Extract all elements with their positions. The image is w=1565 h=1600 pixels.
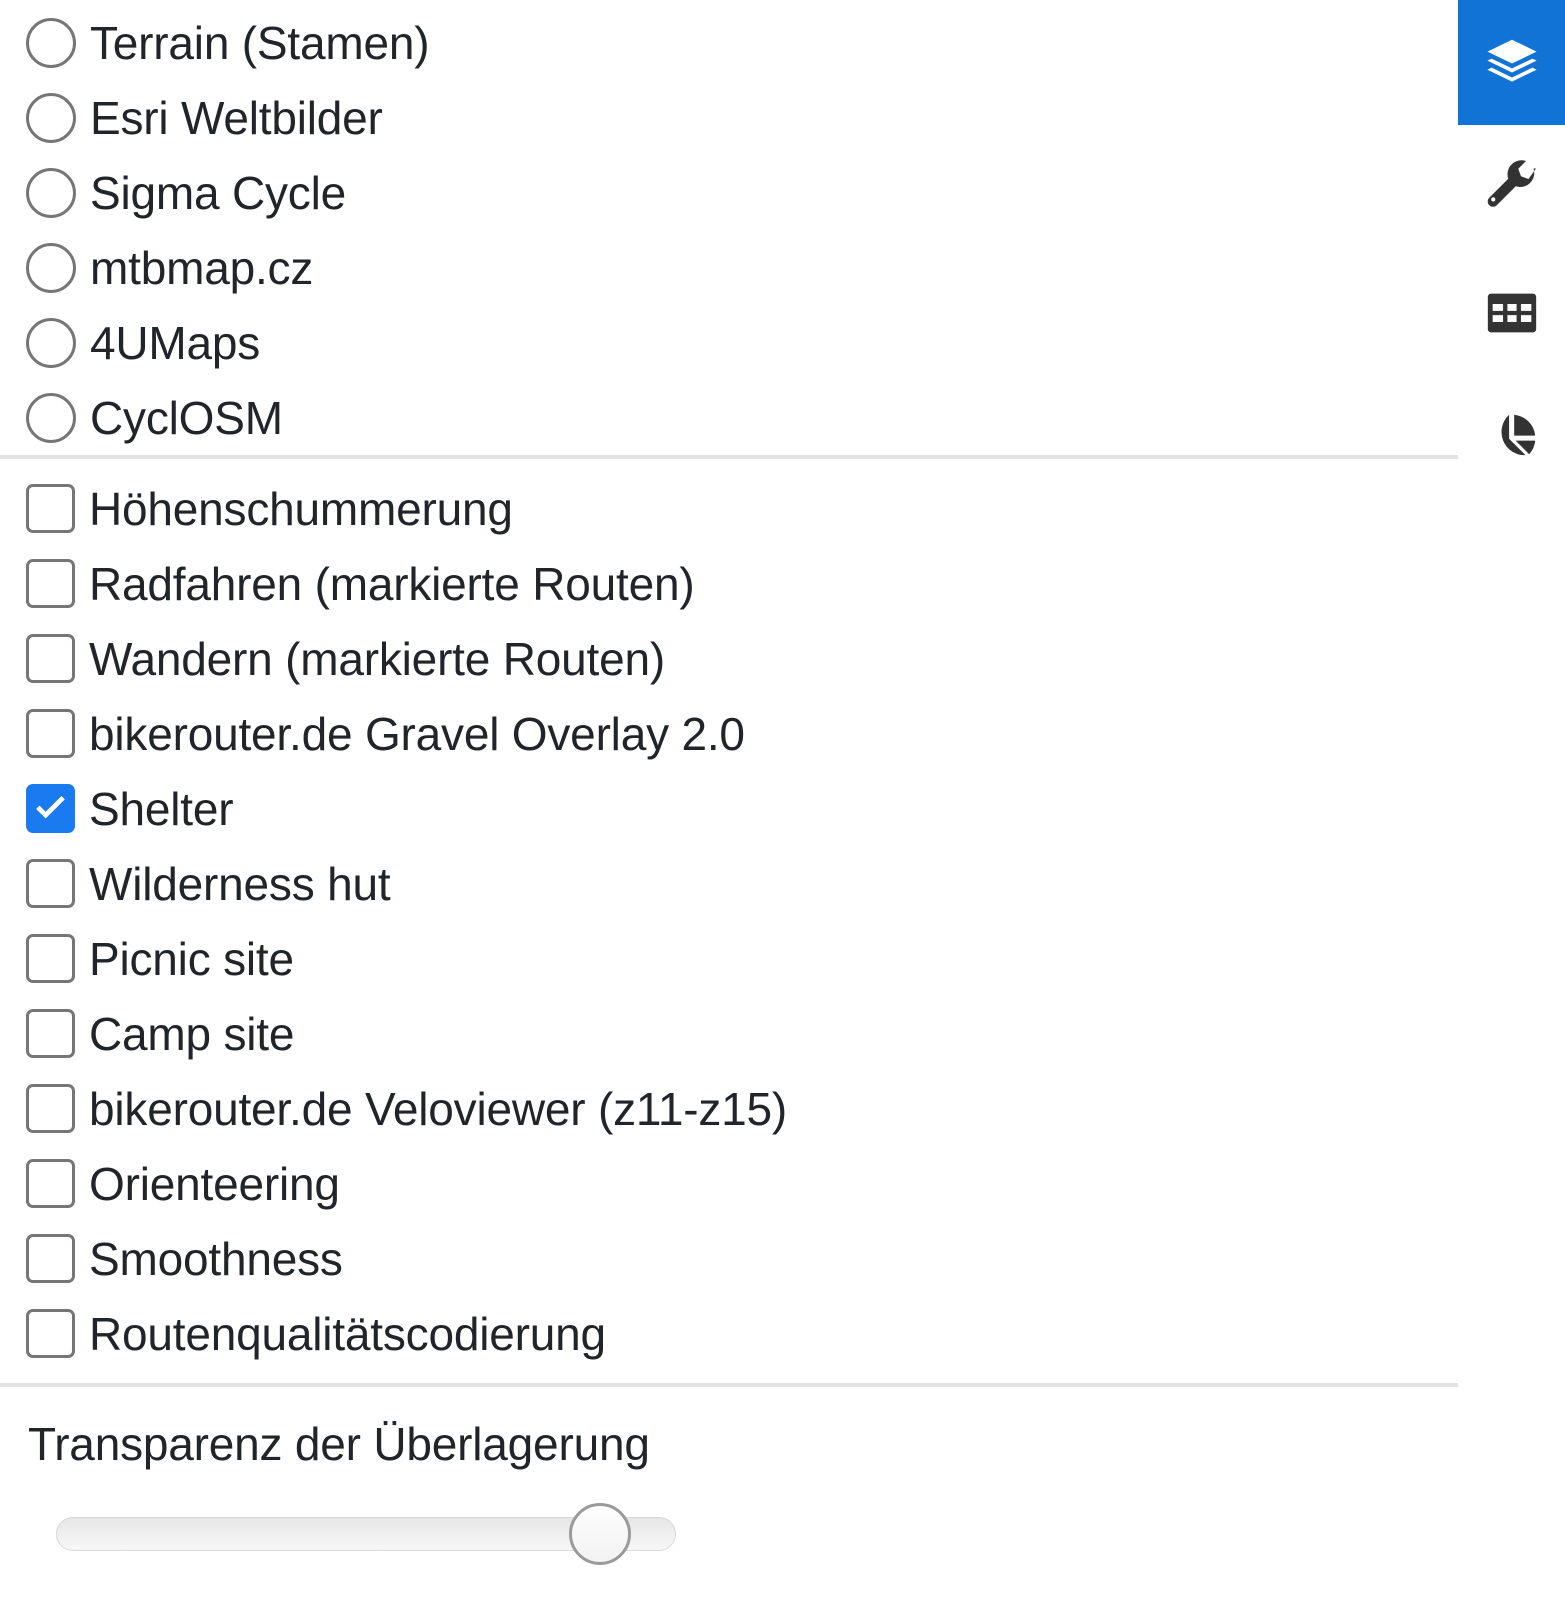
layer-control-panel: Terrain (Stamen) Esri Weltbilder Sigma Cyc… xyxy=(0,0,1565,1600)
radio-button[interactable] xyxy=(26,392,76,443)
overlay-option[interactable]: Shelter xyxy=(0,771,1458,846)
base-layer-group: Terrain (Stamen) Esri Weltbilder Sigma Cyc… xyxy=(0,0,1458,455)
checkbox[interactable] xyxy=(26,709,75,758)
base-layer-label: CyclOSM xyxy=(90,391,283,444)
overlay-label: Radfahren (markierte Routen) xyxy=(89,557,695,610)
overlay-label: bikerouter.de Veloviewer (z11-z15) xyxy=(89,1082,788,1135)
radio-button[interactable] xyxy=(26,17,76,68)
overlay-option[interactable]: Picnic site xyxy=(0,921,1458,996)
overlay-label: Wandern (markierte Routen) xyxy=(89,632,665,685)
overlay-transparency-label: Transparenz der Überlagerung xyxy=(28,1418,650,1470)
overlay-group: Höhenschummerung Radfahren (markierte Rou… xyxy=(0,459,1458,1383)
layers-panel: Terrain (Stamen) Esri Weltbilder Sigma Cyc… xyxy=(0,0,1458,1600)
checkbox[interactable] xyxy=(26,1159,75,1208)
checkbox[interactable] xyxy=(26,1009,75,1058)
overlay-option[interactable]: Camp site xyxy=(0,996,1458,1071)
overlay-option[interactable]: Orienteering xyxy=(0,1146,1458,1221)
overlay-transparency-block: Transparenz der Überlagerung xyxy=(0,1387,1458,1567)
overlay-option[interactable]: bikerouter.de Veloviewer (z11-z15) xyxy=(0,1071,1458,1146)
overlay-label: Orienteering xyxy=(89,1157,340,1210)
overlay-label: Camp site xyxy=(89,1007,295,1060)
overlay-transparency-slider[interactable] xyxy=(56,1501,696,1567)
overlay-label: Picnic site xyxy=(89,932,294,985)
overlay-option[interactable]: Wandern (markierte Routen) xyxy=(0,621,1458,696)
base-layer-label: Sigma Cycle xyxy=(90,166,346,219)
overlay-label: Shelter xyxy=(89,782,234,835)
overlay-label: Smoothness xyxy=(89,1232,343,1285)
base-layer-label: Terrain (Stamen) xyxy=(90,16,430,69)
checkbox[interactable] xyxy=(26,1234,75,1283)
base-layer-label: mtbmap.cz xyxy=(90,241,314,294)
overlay-option[interactable]: Routenqualitätscodierung xyxy=(0,1296,1458,1371)
base-layer-option[interactable]: Sigma Cycle xyxy=(0,155,1458,230)
checkbox[interactable] xyxy=(26,484,75,533)
checkbox-checked[interactable] xyxy=(26,784,75,833)
base-layer-label: 4UMaps xyxy=(90,316,261,369)
slider-thumb[interactable] xyxy=(569,1503,631,1565)
overlay-option[interactable]: Radfahren (markierte Routen) xyxy=(0,546,1458,621)
overlay-option[interactable]: bikerouter.de Gravel Overlay 2.0 xyxy=(0,696,1458,771)
checkbox[interactable] xyxy=(26,1084,75,1133)
tool-rail xyxy=(1458,0,1565,1600)
rail-button-tools[interactable] xyxy=(1458,125,1565,250)
checkbox[interactable] xyxy=(26,559,75,608)
base-layer-option[interactable]: CyclOSM xyxy=(0,380,1458,455)
overlay-label: Höhenschummerung xyxy=(89,482,513,535)
radio-button[interactable] xyxy=(26,167,76,218)
overlay-label: bikerouter.de Gravel Overlay 2.0 xyxy=(89,707,745,760)
wrench-icon xyxy=(1482,158,1542,218)
checkbox[interactable] xyxy=(26,1309,75,1358)
base-layer-option[interactable]: Terrain (Stamen) xyxy=(0,5,1458,80)
table-icon xyxy=(1483,284,1541,342)
base-layer-label: Esri Weltbilder xyxy=(90,91,383,144)
rail-button-layers[interactable] xyxy=(1458,0,1565,125)
checkbox[interactable] xyxy=(26,634,75,683)
checkbox[interactable] xyxy=(26,859,75,908)
overlay-label: Wilderness hut xyxy=(89,857,391,910)
radio-button[interactable] xyxy=(26,92,76,143)
overlay-label: Routenqualitätscodierung xyxy=(89,1307,606,1360)
rail-button-table[interactable] xyxy=(1458,250,1565,375)
base-layer-option[interactable]: mtbmap.cz xyxy=(0,230,1458,305)
checkbox[interactable] xyxy=(26,934,75,983)
layers-icon xyxy=(1481,32,1543,94)
pie-chart-icon xyxy=(1483,409,1541,467)
overlay-option[interactable]: Höhenschummerung xyxy=(0,471,1458,546)
rail-button-statistics[interactable] xyxy=(1458,375,1565,500)
base-layer-option[interactable]: Esri Weltbilder xyxy=(0,80,1458,155)
overlay-option[interactable]: Wilderness hut xyxy=(0,846,1458,921)
base-layer-option[interactable]: 4UMaps xyxy=(0,305,1458,380)
radio-button[interactable] xyxy=(26,242,76,293)
radio-button[interactable] xyxy=(26,317,76,368)
overlay-option[interactable]: Smoothness xyxy=(0,1221,1458,1296)
